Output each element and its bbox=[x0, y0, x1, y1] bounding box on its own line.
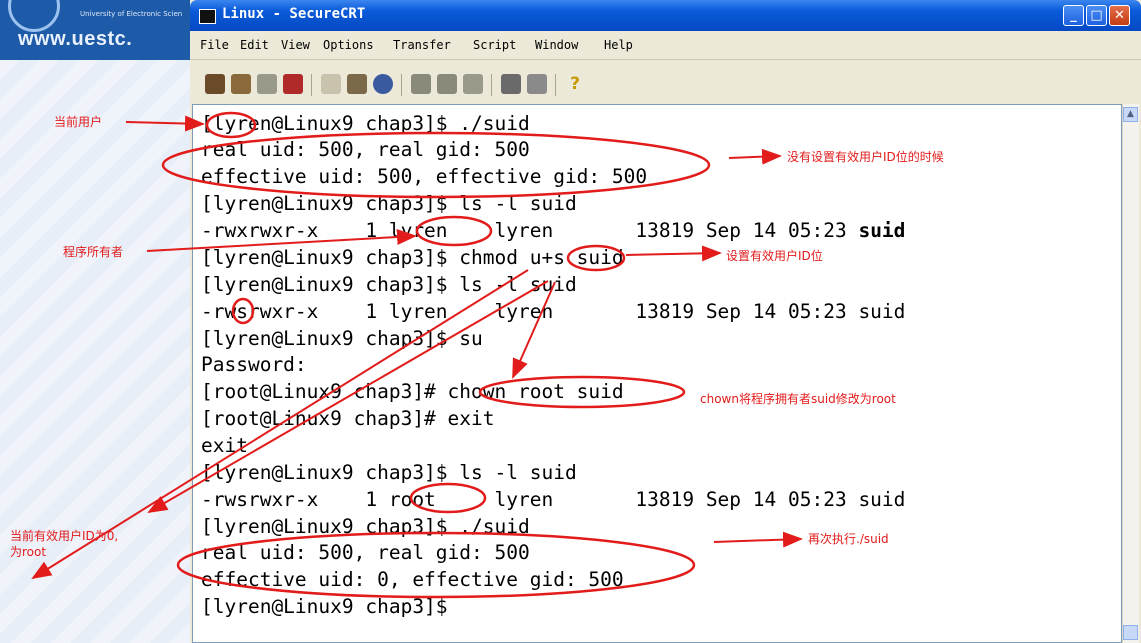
annotation-chown: chown将程序拥有者suid修改为root bbox=[700, 392, 896, 406]
annotation-set-suid: 设置有效用户ID位 bbox=[726, 249, 823, 263]
terminal-line: [lyren@Linux9 chap3]$ ./suid bbox=[201, 112, 530, 135]
minimize-button[interactable]: _ bbox=[1063, 5, 1084, 26]
terminal-line: [lyren@Linux9 chap3]$ chmod u+s suid bbox=[201, 246, 624, 269]
menu-help[interactable]: Help bbox=[604, 38, 633, 52]
connect-icon[interactable] bbox=[205, 74, 225, 94]
terminal-line: [lyren@Linux9 chap3]$ ls -l suid bbox=[201, 273, 577, 296]
find-icon[interactable] bbox=[373, 74, 393, 94]
reconnect-icon[interactable] bbox=[257, 74, 277, 94]
close-button[interactable]: ✕ bbox=[1109, 5, 1130, 26]
university-name-small: University of Electronic Scien bbox=[80, 10, 183, 18]
site-url: www.uestc. bbox=[18, 28, 133, 50]
terminal-line-text: -rwxrwxr-x 1 lyren lyren 13819 Sep 14 05… bbox=[201, 219, 859, 242]
terminal-line: -rwsrwxr-x 1 root lyren 13819 Sep 14 05:… bbox=[201, 488, 906, 511]
maximize-button[interactable]: □ bbox=[1086, 5, 1107, 26]
terminal-line: -rwsrwxr-x 1 lyren lyren 13819 Sep 14 05… bbox=[201, 300, 906, 323]
scroll-down-arrow-icon[interactable] bbox=[1123, 625, 1138, 640]
menu-options[interactable]: Options bbox=[323, 38, 374, 52]
annotation-euid-zero-line2: 为root bbox=[10, 545, 47, 559]
window-title: Linux - SecureCRT bbox=[222, 6, 366, 22]
title-bar[interactable]: Linux - SecureCRT _ □ ✕ bbox=[190, 0, 1141, 31]
help-icon[interactable]: ? bbox=[565, 74, 585, 94]
scroll-up-arrow-icon[interactable]: ▲ bbox=[1123, 107, 1138, 122]
copy-icon[interactable] bbox=[321, 74, 341, 94]
toolbar-separator bbox=[311, 74, 312, 96]
university-logo-banner: University of Electronic Scien www.uestc… bbox=[0, 0, 190, 60]
terminal-line: -rwxrwxr-x 1 lyren lyren 13819 Sep 14 05… bbox=[201, 218, 905, 244]
menu-script[interactable]: Script bbox=[473, 38, 516, 52]
terminal-line: Password: bbox=[201, 353, 307, 376]
toolbar: ? bbox=[190, 60, 1141, 104]
global-options-icon[interactable] bbox=[527, 74, 547, 94]
terminal-line: real uid: 500, real gid: 500 bbox=[201, 138, 530, 161]
menu-bar: File Edit View Options Transfer Script W… bbox=[190, 31, 1141, 60]
terminal-line: exit bbox=[201, 434, 248, 457]
terminal-line: [lyren@Linux9 chap3]$ ls -l suid bbox=[201, 461, 577, 484]
annotation-euid-zero-line1: 当前有效用户ID为0, bbox=[10, 529, 119, 543]
print-icon[interactable] bbox=[411, 74, 431, 94]
annotation-no-suid: 没有设置有效用户ID位的时候 bbox=[787, 150, 944, 164]
quick-connect-icon[interactable] bbox=[231, 74, 251, 94]
securecrt-window: Linux - SecureCRT _ □ ✕ File Edit View O… bbox=[190, 0, 1141, 643]
terminal-app-icon bbox=[199, 9, 216, 24]
annotation-current-user: 当前用户 bbox=[54, 115, 103, 129]
session-options-icon[interactable] bbox=[501, 74, 521, 94]
terminal-line: effective uid: 0, effective gid: 500 bbox=[201, 568, 624, 591]
terminal-output[interactable]: [lyren@Linux9 chap3]$ ./suid real uid: 5… bbox=[192, 104, 1122, 643]
terminal-line: [lyren@Linux9 chap3]$ bbox=[201, 595, 448, 618]
terminal-line: [root@Linux9 chap3]# exit bbox=[201, 407, 495, 430]
terminal-line: [lyren@Linux9 chap3]$ su bbox=[201, 327, 483, 350]
menu-window[interactable]: Window bbox=[535, 38, 578, 52]
terminal-bold-filename: suid bbox=[858, 219, 906, 242]
terminal-line: [lyren@Linux9 chap3]$ ls -l suid bbox=[201, 192, 577, 215]
disconnect-icon[interactable] bbox=[283, 74, 303, 94]
terminal-line: [lyren@Linux9 chap3]$ ./suid bbox=[201, 515, 530, 538]
annotation-program-owner: 程序所有者 bbox=[63, 245, 124, 259]
vertical-scrollbar[interactable]: ▲ bbox=[1122, 104, 1139, 643]
annotation-run-again: 再次执行./suid bbox=[808, 532, 889, 546]
print-selection-icon[interactable] bbox=[437, 74, 457, 94]
toolbar-separator bbox=[555, 74, 556, 96]
terminal-line: effective uid: 500, effective gid: 500 bbox=[201, 165, 648, 188]
print-screen-icon[interactable] bbox=[463, 74, 483, 94]
menu-view[interactable]: View bbox=[281, 38, 310, 52]
terminal-line: [root@Linux9 chap3]# chown root suid bbox=[201, 380, 624, 403]
toolbar-separator bbox=[401, 74, 402, 96]
menu-transfer[interactable]: Transfer bbox=[393, 38, 451, 52]
menu-file[interactable]: File bbox=[200, 38, 229, 52]
paste-icon[interactable] bbox=[347, 74, 367, 94]
toolbar-separator bbox=[491, 74, 492, 96]
menu-edit[interactable]: Edit bbox=[240, 38, 269, 52]
terminal-line: real uid: 500, real gid: 500 bbox=[201, 541, 530, 564]
